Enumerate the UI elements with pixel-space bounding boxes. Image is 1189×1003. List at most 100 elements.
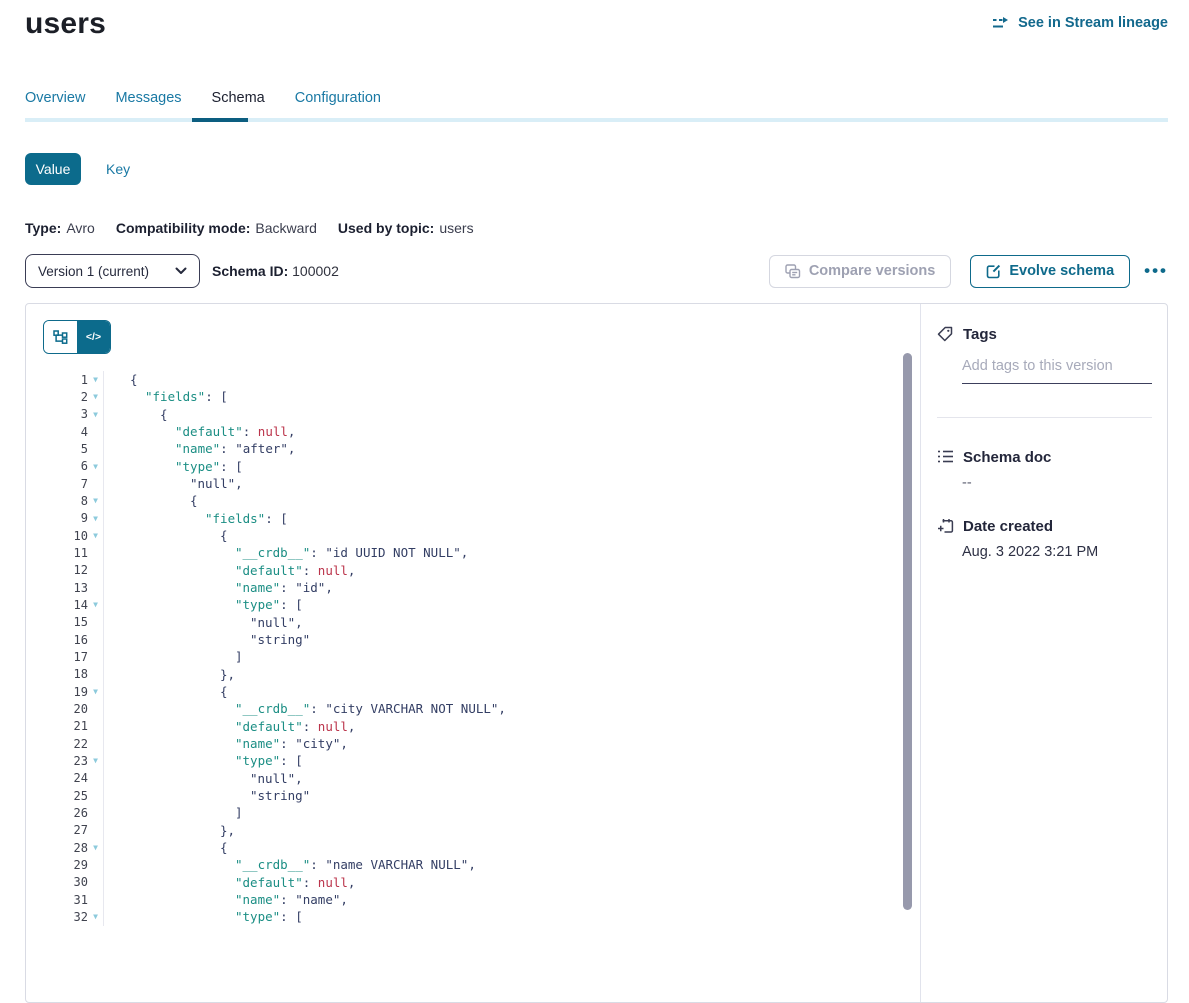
stream-lineage-link[interactable]: See in Stream lineage [992, 15, 1168, 31]
line-number: 27 [26, 823, 88, 837]
line-number: 23 [26, 754, 88, 768]
line-number: 18 [26, 667, 88, 681]
tab-overview[interactable]: Overview [25, 90, 85, 106]
fold-spacer [88, 666, 104, 683]
fold-toggle-icon[interactable]: ▼ [88, 371, 104, 388]
code-line: 25 "string" [26, 787, 904, 804]
code-line: 14▼"type": [ [26, 596, 904, 613]
page-title: users [25, 7, 106, 41]
fold-toggle-icon[interactable]: ▼ [88, 492, 104, 509]
code-text: { [104, 407, 904, 422]
key-toggle-button[interactable]: Key [106, 161, 130, 177]
code-line: 20"__crdb__": "city VARCHAR NOT NULL", [26, 700, 904, 717]
tree-view-button[interactable] [44, 321, 77, 353]
version-select-value: Version 1 (current) [38, 264, 175, 279]
tab-messages[interactable]: Messages [115, 90, 181, 106]
code-text: "null", [104, 615, 904, 630]
code-text: "__crdb__": "city VARCHAR NOT NULL", [104, 701, 904, 716]
fold-spacer [88, 579, 104, 596]
fold-toggle-icon[interactable]: ▼ [88, 510, 104, 527]
type-value: Avro [66, 220, 95, 236]
compatibility-label: Compatibility mode: [116, 220, 251, 236]
fold-toggle-icon[interactable]: ▼ [88, 406, 104, 423]
code-line: 15 "null", [26, 614, 904, 631]
tab-configuration[interactable]: Configuration [295, 90, 381, 106]
type-label: Type: [25, 220, 61, 236]
code-text: "type": [ [104, 909, 904, 924]
value-toggle-button[interactable]: Value [25, 153, 81, 185]
line-number: 22 [26, 737, 88, 751]
fold-toggle-icon[interactable]: ▼ [88, 839, 104, 856]
fold-spacer [88, 648, 104, 665]
code-text: "name": "id", [104, 580, 904, 595]
compatibility-value: Backward [255, 220, 316, 236]
date-created-title: Date created [963, 518, 1053, 535]
code-line: 29"__crdb__": "name VARCHAR NULL", [26, 856, 904, 873]
schema-id-label: Schema ID: [212, 263, 288, 279]
add-tags-input[interactable] [962, 358, 1152, 384]
vertical-scrollbar-thumb[interactable] [903, 353, 912, 910]
chevron-down-icon [175, 267, 187, 275]
version-select[interactable]: Version 1 (current) [25, 254, 200, 288]
line-number: 8 [26, 494, 88, 508]
stream-lineage-icon [992, 16, 1011, 30]
fold-spacer [88, 856, 104, 873]
fold-toggle-icon[interactable]: ▼ [88, 458, 104, 475]
code-line: 3▼{ [26, 406, 904, 423]
code-line: 21"default": null, [26, 718, 904, 735]
schema-doc-icon [937, 449, 954, 466]
fold-toggle-icon[interactable]: ▼ [88, 908, 104, 925]
code-line: 22"name": "city", [26, 735, 904, 752]
schema-panel: </> 1▼{2▼"fields": [3▼{4"default": null,… [25, 303, 1168, 1003]
schema-id-value: 100002 [292, 263, 339, 279]
line-number: 15 [26, 615, 88, 629]
view-mode-toggle: </> [43, 320, 111, 354]
code-line: 2▼"fields": [ [26, 388, 904, 405]
code-text: "name": "name", [104, 892, 904, 907]
tags-title: Tags [963, 326, 997, 343]
code-line: 17] [26, 648, 904, 665]
compare-versions-button[interactable]: Compare versions [769, 255, 952, 288]
code-text: }, [104, 823, 904, 838]
line-number: 17 [26, 650, 88, 664]
line-number: 25 [26, 789, 88, 803]
fold-toggle-icon[interactable]: ▼ [88, 527, 104, 544]
code-text: "default": null, [104, 563, 904, 578]
code-text: ] [104, 649, 904, 664]
more-options-button[interactable]: ••• [1144, 266, 1168, 276]
code-line: 13"name": "id", [26, 579, 904, 596]
code-text: "type": [ [104, 753, 904, 768]
code-text: "string" [104, 632, 904, 647]
code-line: 7"null", [26, 475, 904, 492]
code-text: "string" [104, 788, 904, 803]
fold-spacer [88, 804, 104, 821]
line-number: 3 [26, 407, 88, 421]
fold-toggle-icon[interactable]: ▼ [88, 752, 104, 769]
evolve-schema-button[interactable]: Evolve schema [970, 255, 1130, 288]
line-number: 21 [26, 719, 88, 733]
code-view-button[interactable]: </> [77, 321, 110, 353]
line-number: 1 [26, 373, 88, 387]
code-line: 4"default": null, [26, 423, 904, 440]
code-line: 10▼{ [26, 527, 904, 544]
fold-spacer [88, 700, 104, 717]
topic-link[interactable]: users [439, 220, 473, 236]
compare-versions-icon [785, 264, 801, 279]
fold-toggle-icon[interactable]: ▼ [88, 683, 104, 700]
tab-schema[interactable]: Schema [212, 90, 265, 106]
code-line: 9▼"fields": [ [26, 510, 904, 527]
code-line: 18}, [26, 666, 904, 683]
line-number: 5 [26, 442, 88, 456]
fold-toggle-icon[interactable]: ▼ [88, 596, 104, 613]
fold-spacer [88, 614, 104, 631]
line-number: 31 [26, 893, 88, 907]
fold-spacer [88, 822, 104, 839]
fold-spacer [88, 440, 104, 457]
code-line: 27}, [26, 822, 904, 839]
tab-active-underline [192, 118, 248, 122]
code-text: { [104, 493, 904, 508]
fold-toggle-icon[interactable]: ▼ [88, 388, 104, 405]
code-line: 31 "name": "name", [26, 891, 904, 908]
code-text: "null", [104, 476, 904, 491]
code-line: 24"null", [26, 770, 904, 787]
